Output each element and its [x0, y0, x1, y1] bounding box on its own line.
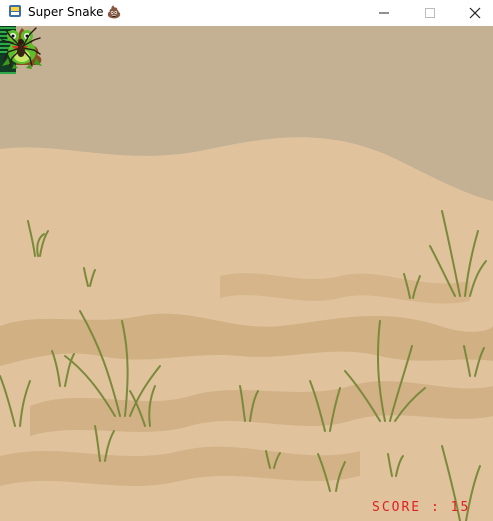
title-poop-icon: 💩 [106, 5, 122, 19]
spider-icon [1, 27, 41, 67]
title-bar: Super Snake 💩 [0, 0, 493, 25]
window-title: Super Snake 💩 [28, 4, 121, 20]
maximize-icon [425, 7, 435, 18]
close-button[interactable] [452, 0, 493, 25]
minimize-button[interactable] [361, 0, 407, 25]
game-window: Super Snake 💩 SCORE: 15 [0, 0, 493, 521]
python-app-icon [9, 5, 21, 17]
desert-background [0, 26, 493, 521]
window-title-label: Super Snake [28, 5, 104, 19]
game-canvas[interactable]: SCORE : 15 [0, 26, 493, 521]
maximize-button[interactable] [407, 0, 453, 25]
score-label: SCORE : 15 [372, 500, 471, 515]
minimize-icon [379, 12, 389, 13]
close-icon [469, 7, 481, 18]
